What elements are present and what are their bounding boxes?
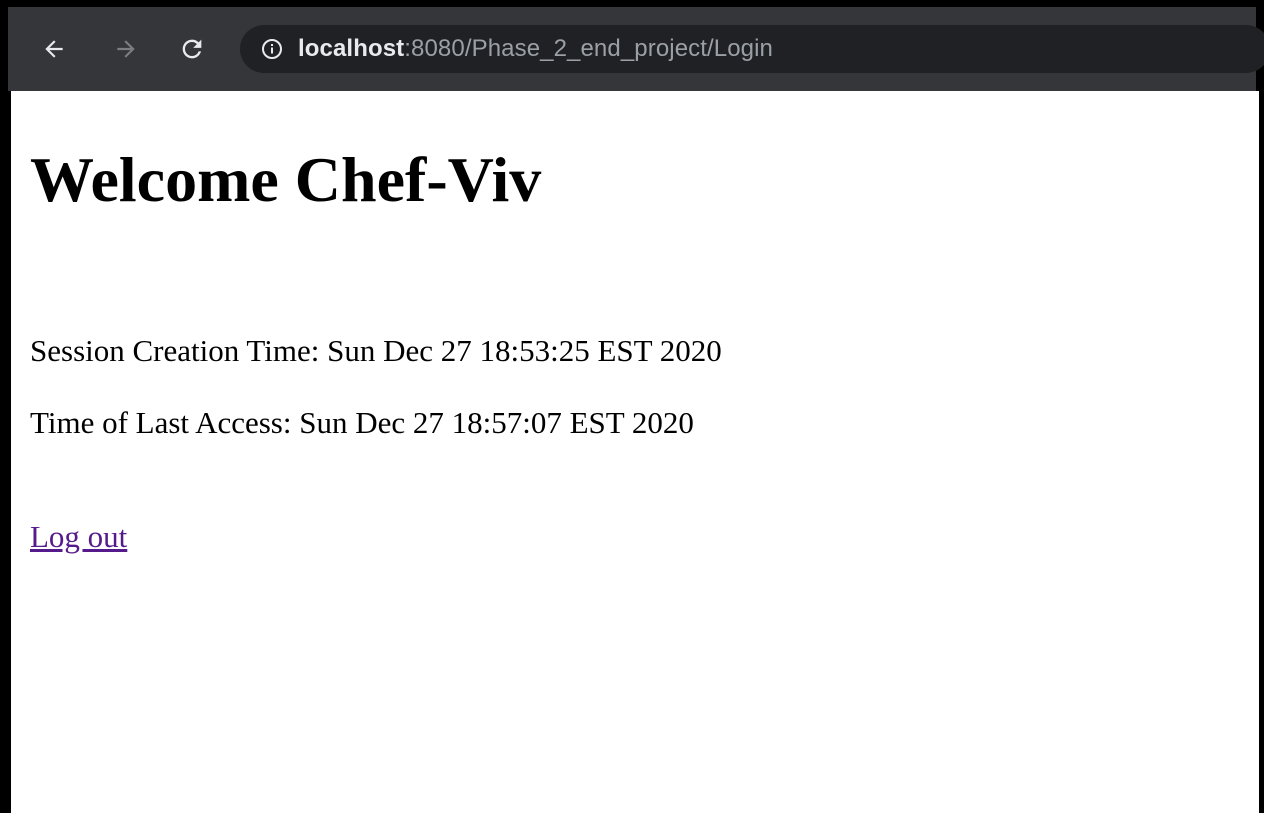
page-title: Welcome Chef-Viv <box>30 144 542 215</box>
address-bar[interactable]: localhost:8080/Phase_2_end_project/Login <box>240 25 1264 73</box>
last-access-time: Time of Last Access: Sun Dec 27 18:57:07… <box>30 405 694 440</box>
arrow-right-icon <box>117 40 135 58</box>
forward-button[interactable] <box>108 31 144 67</box>
page-content: Welcome Chef-Viv Session Creation Time: … <box>11 91 1259 813</box>
arrow-left-icon <box>45 40 63 58</box>
url-path: :8080/Phase_2_end_project/Login <box>404 35 774 62</box>
logout-link[interactable]: Log out <box>30 519 127 555</box>
session-creation-time: Session Creation Time: Sun Dec 27 18:53:… <box>30 333 722 368</box>
reload-button[interactable] <box>174 31 210 67</box>
browser-toolbar: localhost:8080/Phase_2_end_project/Login <box>8 7 1264 91</box>
back-button[interactable] <box>36 31 72 67</box>
reload-icon <box>182 39 202 59</box>
url-host: localhost <box>298 35 405 62</box>
info-circle-icon[interactable] <box>260 37 284 61</box>
url-text: localhost:8080/Phase_2_end_project/Login <box>298 35 773 63</box>
